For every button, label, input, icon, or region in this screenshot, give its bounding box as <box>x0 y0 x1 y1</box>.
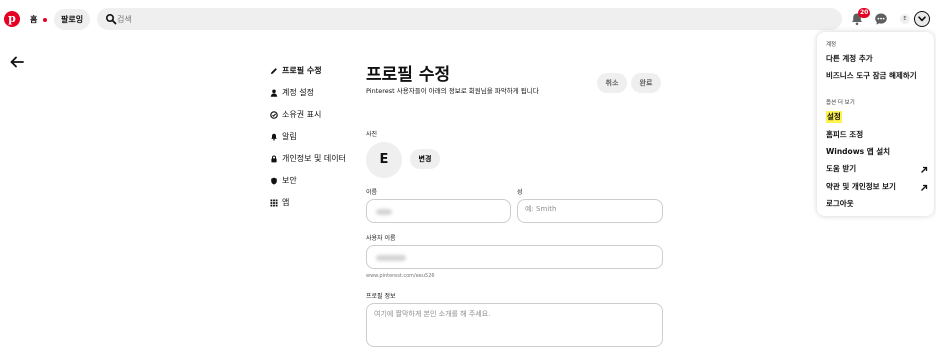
settings-nav-claim[interactable]: 소유권 표시 <box>270 108 321 122</box>
menu-section-account: 계정 <box>826 42 837 48</box>
last-name-field[interactable] <box>517 199 663 223</box>
menu-install-windows-app[interactable]: Windows 앱 설치 <box>826 146 890 158</box>
grid-icon <box>270 199 278 207</box>
about-label: 프로필 정보 <box>366 293 396 300</box>
settings-nav-label: 계정 설정 <box>282 88 314 97</box>
last-name-input[interactable] <box>525 205 655 213</box>
bell-icon <box>271 133 277 141</box>
settings-nav-notifications[interactable]: 알림 <box>270 130 297 144</box>
settings-nav-label: 알림 <box>282 132 297 141</box>
change-photo-button[interactable]: 변경 <box>410 149 440 169</box>
about-textarea[interactable] <box>374 309 640 325</box>
done-button[interactable]: 완료 <box>631 73 661 93</box>
lock-icon <box>271 155 277 163</box>
settings-nav-label: 앱 <box>282 198 290 207</box>
menu-section-more-options: 옵션 더 보기 <box>826 100 855 106</box>
nav-following-button[interactable]: 팔로잉 <box>54 9 91 30</box>
menu-tune-home-feed[interactable]: 홈피드 조정 <box>826 129 863 141</box>
menu-settings[interactable]: 설정 <box>826 111 842 123</box>
search-icon <box>105 13 117 25</box>
menu-logout[interactable]: 로그아웃 <box>826 198 854 210</box>
username-field[interactable] <box>366 245 663 269</box>
last-name-label: 성 <box>517 189 523 196</box>
messages-icon[interactable] <box>873 11 889 27</box>
profile-photo-avatar: E <box>366 142 402 178</box>
settings-nav-label: 프로필 수정 <box>282 66 322 75</box>
external-link-icon <box>921 166 928 173</box>
user-avatar[interactable]: E <box>900 14 910 24</box>
ownership-icon <box>270 111 278 119</box>
back-arrow-icon[interactable] <box>10 56 24 68</box>
username-label: 사용자 이름 <box>366 235 396 242</box>
home-indicator-dot <box>43 18 47 22</box>
pinterest-logo[interactable]: p <box>4 11 20 27</box>
account-menu-button[interactable] <box>914 11 930 27</box>
person-icon <box>270 89 278 97</box>
search-bar[interactable] <box>97 8 842 30</box>
settings-nav-apps[interactable]: 앱 <box>270 196 289 210</box>
page-title: 프로필 수정 <box>366 65 451 85</box>
settings-nav-account-settings[interactable]: 계정 설정 <box>270 86 314 100</box>
menu-get-help[interactable]: 도움 받기 <box>826 163 856 175</box>
page-description: Pinterest 사용자들이 아래의 정보로 회원님을 파악하게 됩니다 <box>366 87 539 95</box>
menu-add-account[interactable]: 다른 계정 추가 <box>826 53 873 65</box>
cancel-button[interactable]: 취소 <box>597 73 627 93</box>
photo-label: 사진 <box>366 131 378 138</box>
settings-nav-label: 개인정보 및 데이터 <box>282 154 346 163</box>
about-field[interactable] <box>366 303 663 347</box>
account-dropdown-menu: 계정 다른 계정 추가 비즈니스 도구 잠금 해제하기 옵션 더 보기 설정 홈… <box>817 32 934 216</box>
nav-home-link[interactable]: 홈 <box>30 10 37 30</box>
settings-nav-security[interactable]: 보안 <box>270 174 297 188</box>
settings-nav-edit-profile[interactable]: 프로필 수정 <box>270 64 322 78</box>
settings-nav-label: 소유권 표시 <box>282 110 322 119</box>
chevron-down-icon <box>918 16 926 22</box>
external-link-icon <box>921 184 928 191</box>
blurred-first-name <box>376 209 392 215</box>
first-name-field[interactable] <box>366 199 511 223</box>
blurred-username <box>376 255 406 261</box>
menu-terms-privacy[interactable]: 약관 및 개인정보 보기 <box>826 181 896 193</box>
top-navigation-bar: p 홈 팔로잉 20 E <box>0 0 936 38</box>
menu-unlock-business-tools[interactable]: 비즈니스 도구 잠금 해제하기 <box>826 70 917 82</box>
profile-url-hint: www.pinterest.com/eeu526 <box>366 273 435 279</box>
pencil-icon <box>271 68 277 74</box>
notification-count-badge: 20 <box>858 8 871 18</box>
search-input[interactable] <box>117 11 817 27</box>
settings-nav-label: 보안 <box>282 176 297 185</box>
settings-nav-privacy[interactable]: 개인정보 및 데이터 <box>270 152 346 166</box>
first-name-label: 이름 <box>366 189 378 196</box>
shield-icon <box>271 177 277 185</box>
